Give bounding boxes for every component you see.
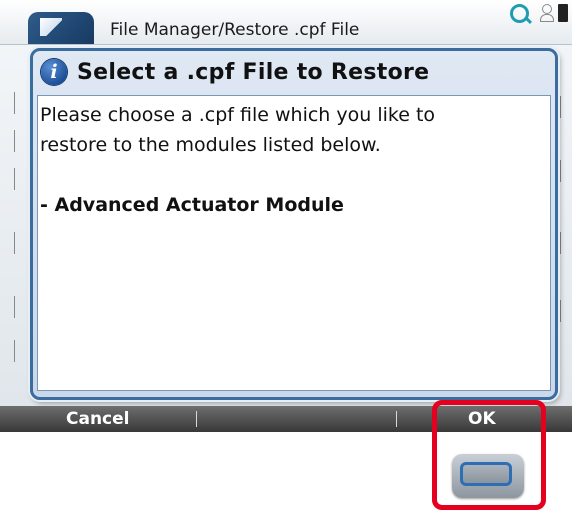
softkey-separator	[396, 411, 397, 427]
window-title: File Manager/Restore .cpf File	[110, 20, 360, 40]
battery-icon	[558, 4, 568, 22]
list-item-fragment	[14, 168, 23, 190]
list-item-fragment	[14, 340, 23, 362]
dialog-message-line: restore to the modules listed below.	[40, 134, 381, 156]
cancel-softkey[interactable]: Cancel	[66, 406, 129, 432]
dialog-body: Please choose a .cpf file which you like…	[37, 95, 551, 391]
app-logo-icon	[28, 12, 94, 44]
info-icon: i	[41, 59, 67, 85]
status-icons	[510, 4, 572, 34]
dialog-message-line: Please choose a .cpf file which you like…	[40, 104, 436, 126]
list-item-fragment	[560, 232, 571, 254]
list-item-fragment	[560, 160, 571, 182]
softkey-separator	[196, 411, 197, 427]
title-bar: File Manager/Restore .cpf File	[0, 0, 572, 45]
ok-hardware-key[interactable]	[452, 454, 524, 498]
dialog-header: i Select a .cpf File to Restore	[37, 53, 551, 91]
dialog-title: Select a .cpf File to Restore	[77, 59, 430, 85]
list-item-fragment	[560, 300, 571, 322]
list-item-fragment	[560, 96, 571, 118]
module-list-item: - Advanced Actuator Module	[40, 194, 344, 216]
search-icon[interactable]	[510, 4, 529, 23]
list-item-fragment	[14, 130, 23, 152]
user-icon	[540, 4, 554, 22]
list-item-fragment	[14, 232, 23, 254]
list-item-fragment	[14, 296, 23, 318]
restore-dialog: i Select a .cpf File to Restore Please c…	[30, 48, 558, 400]
list-item-fragment	[14, 92, 23, 114]
